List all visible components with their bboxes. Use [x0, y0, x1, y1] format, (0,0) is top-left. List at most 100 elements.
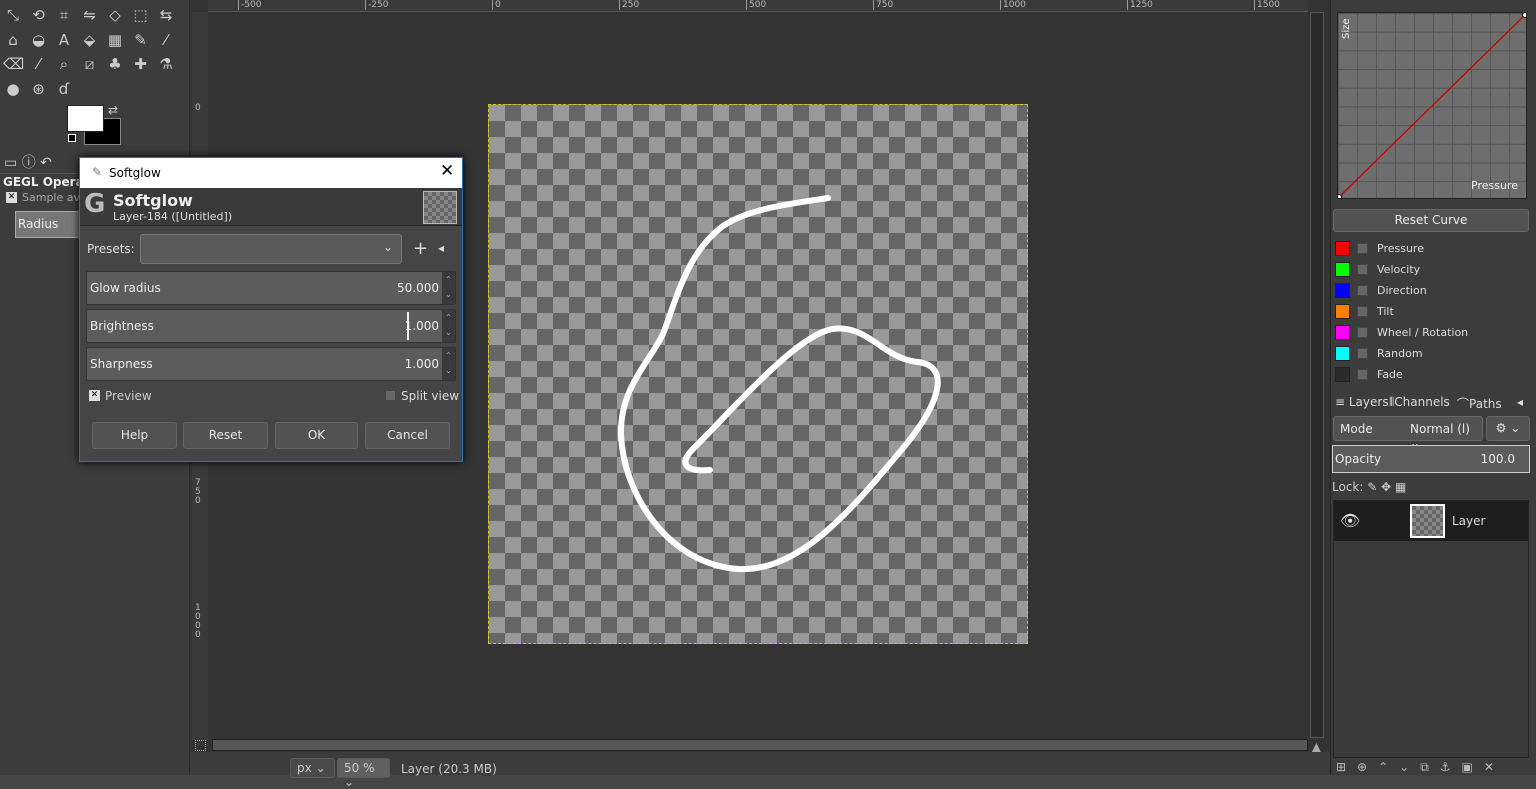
status-bar: px ⌄ 50 % ⌄ Layer (20.3 MB) — [190, 752, 1330, 789]
help-button[interactable]: Help — [92, 422, 177, 449]
ruler-tick: 1000 — [1000, 0, 1026, 10]
layers-list: 👁 Layer — [1333, 500, 1529, 758]
layer-thumbnail — [1410, 504, 1445, 538]
pencil-tool-icon[interactable]: ✎ — [131, 30, 151, 50]
ruler-tick: 500 — [746, 0, 766, 10]
color-swatch — [1335, 241, 1350, 256]
clone-tool-icon[interactable]: ♣ — [105, 54, 125, 74]
dialog-subtitle: Layer-184 ([Untitled]) — [113, 210, 233, 223]
preview-label: Preview — [105, 389, 152, 403]
dynamics-input-row: Pressure — [1335, 240, 1525, 258]
lock-row: Lock: ✎ ✥ ▦ — [1332, 480, 1407, 494]
dodge-tool-icon[interactable]: ⊛ — [29, 79, 49, 99]
color-swatch — [1335, 346, 1350, 361]
tab-channels[interactable]: ⦀Channels — [1389, 395, 1450, 410]
dynamics-checkbox[interactable] — [1357, 264, 1368, 275]
lock-alpha-icon[interactable]: ▦ — [1395, 480, 1406, 494]
warp-tool-icon[interactable]: ⇆ — [156, 5, 176, 25]
device-status-tab-icon[interactable]: ⓘ — [22, 155, 36, 171]
tool-options-tab-icon[interactable]: ▭ — [4, 155, 17, 171]
smudge-tool-icon[interactable]: ɗ — [54, 79, 74, 99]
reset-button[interactable]: Reset — [183, 422, 268, 449]
presets-menu-icon[interactable]: ◂ — [438, 241, 444, 255]
unified-transform-tool-icon[interactable]: ⤡ — [3, 5, 23, 25]
text-tool-icon[interactable]: A — [54, 30, 74, 50]
undo-history-tab-icon[interactable]: ↶ — [40, 155, 52, 171]
crop-tool-icon[interactable]: ⌗ — [54, 5, 74, 25]
sharpness-slider[interactable]: Sharpness 1.000 ⌃ ⌄ — [86, 347, 456, 381]
lock-position-icon[interactable]: ✥ — [1381, 480, 1391, 494]
smudge-fill-tool-icon[interactable]: ◒ — [29, 30, 49, 50]
blur-tool-icon[interactable]: ● — [3, 79, 23, 99]
perspective-tool-icon[interactable]: ◇ — [105, 5, 125, 25]
dock-menu-icon[interactable]: ◂ — [1517, 395, 1523, 409]
3d-transform-tool-icon[interactable]: ⬚ — [131, 5, 151, 25]
ruler-tick: -500 — [238, 0, 261, 10]
bucket-fill-tool-icon[interactable]: ⬙ — [80, 30, 100, 50]
layers-actions[interactable]: ⊞⊕⌃⌄⧉⚓▣✕ — [1336, 760, 1505, 775]
dynamics-input-row: Direction — [1335, 282, 1525, 300]
dynamics-checkbox[interactable] — [1357, 306, 1368, 317]
eye-icon[interactable]: 👁 — [1340, 511, 1360, 530]
image-canvas[interactable] — [488, 104, 1028, 644]
quick-mask-toggle[interactable] — [195, 740, 206, 751]
dynamics-input-row: Wheel / Rotation — [1335, 324, 1525, 342]
presets-select[interactable]: ⌄ — [140, 234, 402, 264]
glow-radius-slider[interactable]: Glow radius 50.000 ⌃ ⌄ — [86, 271, 456, 305]
horizontal-ruler: -500 -250 0 250 500 750 1000 1250 1500 — [208, 0, 1308, 12]
preview-checkbox[interactable]: ✕ — [89, 390, 100, 401]
zoom-select[interactable]: 50 % ⌄ — [337, 758, 390, 789]
reset-curve-button[interactable]: Reset Curve — [1333, 209, 1529, 232]
add-preset-icon[interactable]: + — [413, 238, 428, 259]
dynamics-checkbox[interactable] — [1357, 369, 1368, 380]
brush-stroke — [617, 195, 941, 573]
ruler-tick: 250 — [619, 0, 639, 10]
split-view-checkbox[interactable] — [385, 390, 396, 401]
presets-label: Presets: — [87, 242, 135, 256]
paintbrush-tool-icon[interactable]: ⁄ — [156, 30, 176, 50]
opacity-slider[interactable]: Opacity 100.0 — [1332, 445, 1530, 473]
rotate-tool-icon[interactable]: ⟲ — [29, 5, 49, 25]
perspective-clone-tool-icon[interactable]: ⚗ — [156, 54, 176, 74]
brightness-slider[interactable]: Brightness 1.000 ⌃ ⌄ — [86, 309, 456, 343]
gradient-tool-icon[interactable]: ▦ — [105, 30, 125, 50]
dynamics-input-row: Tilt — [1335, 303, 1525, 321]
sample-average-checkbox[interactable]: ✕ — [6, 192, 17, 203]
radius-label: Radius — [18, 217, 59, 231]
ok-button[interactable]: OK — [275, 422, 358, 449]
dialog-window-title: Softglow — [109, 166, 161, 180]
layer-preview-thumbnail — [423, 191, 457, 224]
dynamics-input-row: Random — [1335, 345, 1525, 363]
heal-tool-icon[interactable]: ✚ — [131, 54, 151, 74]
swap-colors-icon[interactable]: ⇄ — [108, 103, 118, 117]
vertical-scrollbar[interactable] — [1310, 12, 1324, 738]
dynamics-checkbox[interactable] — [1357, 243, 1368, 254]
eraser-tool-icon[interactable]: ⌫ — [3, 54, 24, 74]
cage-tool-icon[interactable]: ⌂ — [3, 30, 23, 50]
unit-select[interactable]: px ⌄ — [290, 758, 335, 778]
horizontal-scrollbar[interactable] — [212, 739, 1308, 751]
lock-pixels-icon[interactable]: ✎ — [1367, 480, 1377, 494]
layer-row[interactable]: 👁 Layer — [1334, 501, 1528, 541]
composite-select[interactable]: ⚙ ⌄ — [1486, 416, 1530, 441]
curve-x-label: Pressure — [1471, 179, 1518, 192]
dynamics-input-label: Pressure — [1377, 242, 1424, 255]
ruler-tick: 1000 — [195, 603, 201, 640]
dynamics-checkbox[interactable] — [1357, 285, 1368, 296]
close-button[interactable]: ✕ — [440, 161, 454, 181]
dynamics-checkbox[interactable] — [1357, 348, 1368, 359]
foreground-color[interactable] — [67, 105, 104, 132]
cancel-button[interactable]: Cancel — [365, 422, 450, 449]
tab-layers[interactable]: ≡ Layers — [1335, 395, 1389, 409]
tab-paths[interactable]: ⌒Paths — [1457, 395, 1502, 412]
flip-tool-icon[interactable]: ⇋ — [80, 5, 100, 25]
ink-tool-icon[interactable]: ⌕ — [54, 54, 74, 74]
mode-select[interactable]: Mode Normal (l) ⌄ — [1333, 416, 1483, 450]
dynamics-curve[interactable]: Size Pressure — [1337, 12, 1527, 199]
default-colors-icon[interactable] — [68, 134, 76, 142]
airbrush-tool-icon[interactable]: ⁄ — [29, 54, 49, 74]
filter-icon: ✎ — [92, 165, 103, 179]
ruler-tick: 0 — [492, 0, 501, 10]
mypaint-tool-icon[interactable]: ⧄ — [80, 54, 100, 74]
dynamics-checkbox[interactable] — [1357, 327, 1368, 338]
